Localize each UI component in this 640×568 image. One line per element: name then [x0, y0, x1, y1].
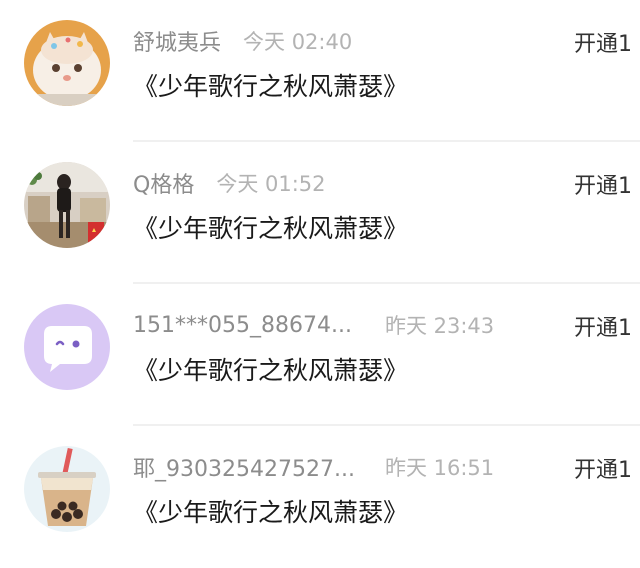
timestamp: 昨天 16:51 — [384, 456, 495, 480]
action-label[interactable]: 开通1 — [574, 452, 640, 484]
comment-text: 《少年歌行之秋风萧瑟》 — [133, 498, 409, 527]
username[interactable]: Q格格 — [133, 167, 194, 199]
comment-meta: 舒城夷兵 今天 02:40 — [133, 23, 352, 59]
bubble-tea-avatar-icon[interactable] — [24, 446, 110, 532]
timestamp: 今天 01:52 — [216, 172, 326, 196]
comment-text: 《少年歌行之秋风萧瑟》 — [133, 356, 409, 385]
timestamp: 今天 02:40 — [243, 30, 353, 54]
comment-row[interactable]: 舒城夷兵 今天 02:40 《少年歌行之秋风萧瑟》 开通1 — [0, 0, 640, 142]
action-label[interactable]: 开通1 — [574, 310, 640, 342]
action-label[interactable]: 开通1 — [574, 26, 640, 58]
timestamp: 昨天 23:43 — [384, 314, 495, 338]
username[interactable]: 151***055_88674... — [133, 313, 352, 338]
comment-row[interactable]: 151***055_88674... 昨天 23:43 《少年歌行之秋风萧瑟》 … — [0, 284, 640, 426]
username[interactable]: 舒城夷兵 — [133, 25, 221, 57]
username[interactable]: 耶_930325427527... — [133, 451, 355, 483]
comment-meta: Q格格 今天 01:52 — [133, 165, 326, 201]
comment-text: 《少年歌行之秋风萧瑟》 — [133, 72, 409, 101]
comment-meta: 耶_930325427527... 昨天 16:51 — [133, 449, 494, 485]
cat-avatar-icon[interactable] — [24, 20, 110, 106]
comment-text: 《少年歌行之秋风萧瑟》 — [133, 214, 409, 243]
comment-row[interactable]: Q格格 今天 01:52 《少年歌行之秋风萧瑟》 开通1 — [0, 142, 640, 284]
action-label[interactable]: 开通1 — [574, 168, 640, 200]
chat-bubble-avatar-icon[interactable] — [24, 304, 110, 390]
comment-list: 舒城夷兵 今天 02:40 《少年歌行之秋风萧瑟》 开通1 Q格格 今天 01:… — [0, 0, 640, 552]
person-photo-avatar-icon[interactable] — [24, 162, 110, 248]
comment-row[interactable]: 耶_930325427527... 昨天 16:51 《少年歌行之秋风萧瑟》 开… — [0, 426, 640, 568]
comment-meta: 151***055_88674... 昨天 23:43 — [133, 307, 494, 343]
